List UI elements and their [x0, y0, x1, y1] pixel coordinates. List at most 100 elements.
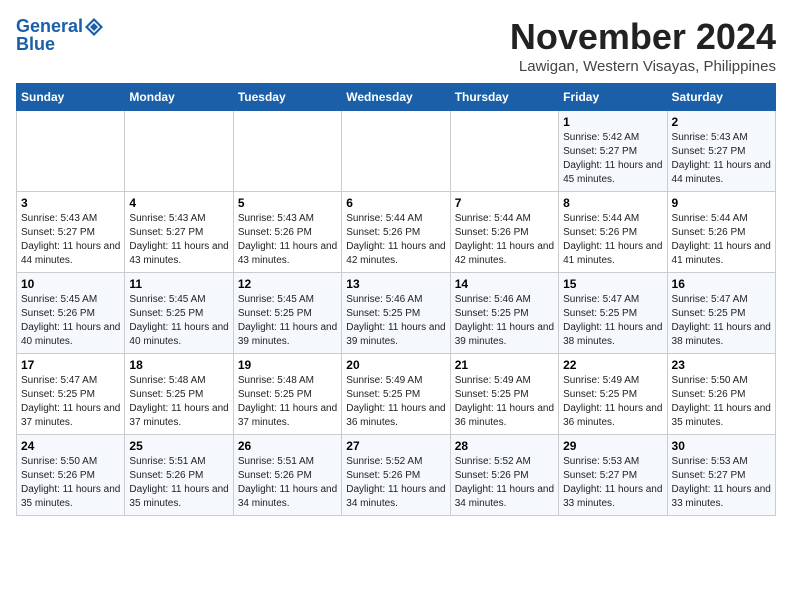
day-cell: 3Sunrise: 5:43 AMSunset: 5:27 PMDaylight…: [17, 192, 125, 273]
day-cell: 15Sunrise: 5:47 AMSunset: 5:25 PMDayligh…: [559, 273, 667, 354]
day-number: 23: [672, 358, 771, 372]
day-info: Sunrise: 5:51 AMSunset: 5:26 PMDaylight:…: [129, 455, 228, 511]
day-number: 1: [563, 115, 662, 129]
day-cell: 5Sunrise: 5:43 AMSunset: 5:26 PMDaylight…: [233, 192, 341, 273]
day-cell: 22 Sunrise: 5:49 AMSunset: 5:25 PMDayligh…: [559, 354, 667, 435]
day-number: 10: [21, 277, 120, 291]
header-tuesday: Tuesday: [233, 84, 341, 111]
day-info: Sunrise: 5:44 AMSunset: 5:26 PMDaylight:…: [455, 212, 554, 268]
day-info: Sunrise: 5:49 AMSunset: 5:25 PMDaylight:…: [563, 374, 662, 430]
day-info: Sunrise: 5:45 AMSunset: 5:25 PMDaylight:…: [129, 293, 228, 349]
day-number: 4: [129, 196, 228, 210]
day-number: 27: [346, 439, 445, 453]
day-cell: [233, 111, 341, 192]
day-info: Sunrise: 5:50 AMSunset: 5:26 PMDaylight:…: [672, 374, 771, 430]
day-info: Sunrise: 5:46 AMSunset: 5:25 PMDaylight:…: [455, 293, 554, 349]
day-cell: [342, 111, 450, 192]
day-info: Sunrise: 5:43 AMSunset: 5:27 PMDaylight:…: [672, 131, 771, 187]
day-info: Sunrise: 5:42 AMSunset: 5:27 PMDaylight:…: [563, 131, 662, 187]
day-info: Sunrise: 5:47 AMSunset: 5:25 PMDaylight:…: [563, 293, 662, 349]
day-cell: [450, 111, 558, 192]
day-info: Sunrise: 5:48 AMSunset: 5:25 PMDaylight:…: [129, 374, 228, 430]
day-info: Sunrise: 5:45 AMSunset: 5:26 PMDaylight:…: [21, 293, 120, 349]
week-row-4: 17 Sunrise: 5:47 AMSunset: 5:25 PMDayligh…: [17, 354, 776, 435]
day-cell: 11 Sunrise: 5:45 AMSunset: 5:25 PMDayligh…: [125, 273, 233, 354]
calendar-table: SundayMondayTuesdayWednesdayThursdayFrid…: [16, 83, 776, 516]
day-info: Sunrise: 5:48 AMSunset: 5:25 PMDaylight:…: [238, 374, 337, 430]
day-number: 18: [129, 358, 228, 372]
day-cell: 27 Sunrise: 5:52 AMSunset: 5:26 PMDayligh…: [342, 435, 450, 516]
day-info: Sunrise: 5:47 AMSunset: 5:25 PMDaylight:…: [672, 293, 771, 349]
day-cell: 28 Sunrise: 5:52 AMSunset: 5:26 PMDayligh…: [450, 435, 558, 516]
logo: General Blue: [16, 16, 103, 55]
day-number: 30: [672, 439, 771, 453]
header-monday: Monday: [125, 84, 233, 111]
day-cell: 13 Sunrise: 5:46 AMSunset: 5:25 PMDayligh…: [342, 273, 450, 354]
day-cell: 16 Sunrise: 5:47 AMSunset: 5:25 PMDayligh…: [667, 273, 775, 354]
week-row-2: 3Sunrise: 5:43 AMSunset: 5:27 PMDaylight…: [17, 192, 776, 273]
day-info: Sunrise: 5:51 AMSunset: 5:26 PMDaylight:…: [238, 455, 337, 511]
day-number: 8: [563, 196, 662, 210]
day-cell: 17 Sunrise: 5:47 AMSunset: 5:25 PMDayligh…: [17, 354, 125, 435]
day-number: 16: [672, 277, 771, 291]
day-cell: 12 Sunrise: 5:45 AMSunset: 5:25 PMDayligh…: [233, 273, 341, 354]
day-info: Sunrise: 5:52 AMSunset: 5:26 PMDaylight:…: [455, 455, 554, 511]
day-cell: 23 Sunrise: 5:50 AMSunset: 5:26 PMDayligh…: [667, 354, 775, 435]
day-cell: 24 Sunrise: 5:50 AMSunset: 5:26 PMDayligh…: [17, 435, 125, 516]
day-number: 29: [563, 439, 662, 453]
header-wednesday: Wednesday: [342, 84, 450, 111]
week-row-3: 10 Sunrise: 5:45 AMSunset: 5:26 PMDayligh…: [17, 273, 776, 354]
day-cell: 9 Sunrise: 5:44 AMSunset: 5:26 PMDaylight…: [667, 192, 775, 273]
day-number: 17: [21, 358, 120, 372]
day-cell: 20 Sunrise: 5:49 AMSunset: 5:25 PMDayligh…: [342, 354, 450, 435]
day-number: 13: [346, 277, 445, 291]
day-number: 5: [238, 196, 337, 210]
day-cell: 6 Sunrise: 5:44 AMSunset: 5:26 PMDaylight…: [342, 192, 450, 273]
header-thursday: Thursday: [450, 84, 558, 111]
day-info: Sunrise: 5:50 AMSunset: 5:26 PMDaylight:…: [21, 455, 120, 511]
logo-blue: Blue: [16, 34, 103, 56]
day-cell: 7 Sunrise: 5:44 AMSunset: 5:26 PMDaylight…: [450, 192, 558, 273]
day-cell: 30 Sunrise: 5:53 AMSunset: 5:27 PMDayligh…: [667, 435, 775, 516]
week-row-5: 24 Sunrise: 5:50 AMSunset: 5:26 PMDayligh…: [17, 435, 776, 516]
day-number: 7: [455, 196, 554, 210]
day-info: Sunrise: 5:44 AMSunset: 5:26 PMDaylight:…: [672, 212, 771, 268]
day-info: Sunrise: 5:44 AMSunset: 5:26 PMDaylight:…: [563, 212, 662, 268]
day-cell: 21Sunrise: 5:49 AMSunset: 5:25 PMDayligh…: [450, 354, 558, 435]
day-info: Sunrise: 5:46 AMSunset: 5:25 PMDaylight:…: [346, 293, 445, 349]
day-number: 26: [238, 439, 337, 453]
day-info: Sunrise: 5:47 AMSunset: 5:25 PMDaylight:…: [21, 374, 120, 430]
header-row: SundayMondayTuesdayWednesdayThursdayFrid…: [17, 84, 776, 111]
day-cell: [17, 111, 125, 192]
page-header: General Blue November 2024 Lawigan, West…: [16, 16, 776, 75]
day-info: Sunrise: 5:43 AMSunset: 5:27 PMDaylight:…: [21, 212, 120, 268]
day-number: 25: [129, 439, 228, 453]
week-row-1: 1 Sunrise: 5:42 AMSunset: 5:27 PMDaylight…: [17, 111, 776, 192]
day-info: Sunrise: 5:52 AMSunset: 5:26 PMDaylight:…: [346, 455, 445, 511]
day-number: 6: [346, 196, 445, 210]
day-number: 11: [129, 277, 228, 291]
day-cell: 19Sunrise: 5:48 AMSunset: 5:25 PMDayligh…: [233, 354, 341, 435]
day-number: 21: [455, 358, 554, 372]
title-block: November 2024 Lawigan, Western Visayas, …: [510, 16, 776, 75]
day-number: 20: [346, 358, 445, 372]
day-number: 24: [21, 439, 120, 453]
day-cell: 29Sunrise: 5:53 AMSunset: 5:27 PMDayligh…: [559, 435, 667, 516]
day-number: 12: [238, 277, 337, 291]
header-friday: Friday: [559, 84, 667, 111]
day-info: Sunrise: 5:45 AMSunset: 5:25 PMDaylight:…: [238, 293, 337, 349]
day-cell: 4Sunrise: 5:43 AMSunset: 5:27 PMDaylight…: [125, 192, 233, 273]
day-cell: [125, 111, 233, 192]
day-info: Sunrise: 5:53 AMSunset: 5:27 PMDaylight:…: [672, 455, 771, 511]
day-number: 22: [563, 358, 662, 372]
day-cell: 14Sunrise: 5:46 AMSunset: 5:25 PMDayligh…: [450, 273, 558, 354]
day-info: Sunrise: 5:49 AMSunset: 5:25 PMDaylight:…: [346, 374, 445, 430]
day-info: Sunrise: 5:44 AMSunset: 5:26 PMDaylight:…: [346, 212, 445, 268]
day-number: 28: [455, 439, 554, 453]
day-number: 9: [672, 196, 771, 210]
day-cell: 18 Sunrise: 5:48 AMSunset: 5:25 PMDayligh…: [125, 354, 233, 435]
day-cell: 8 Sunrise: 5:44 AMSunset: 5:26 PMDaylight…: [559, 192, 667, 273]
day-cell: 25 Sunrise: 5:51 AMSunset: 5:26 PMDayligh…: [125, 435, 233, 516]
header-sunday: Sunday: [17, 84, 125, 111]
day-cell: 10 Sunrise: 5:45 AMSunset: 5:26 PMDayligh…: [17, 273, 125, 354]
